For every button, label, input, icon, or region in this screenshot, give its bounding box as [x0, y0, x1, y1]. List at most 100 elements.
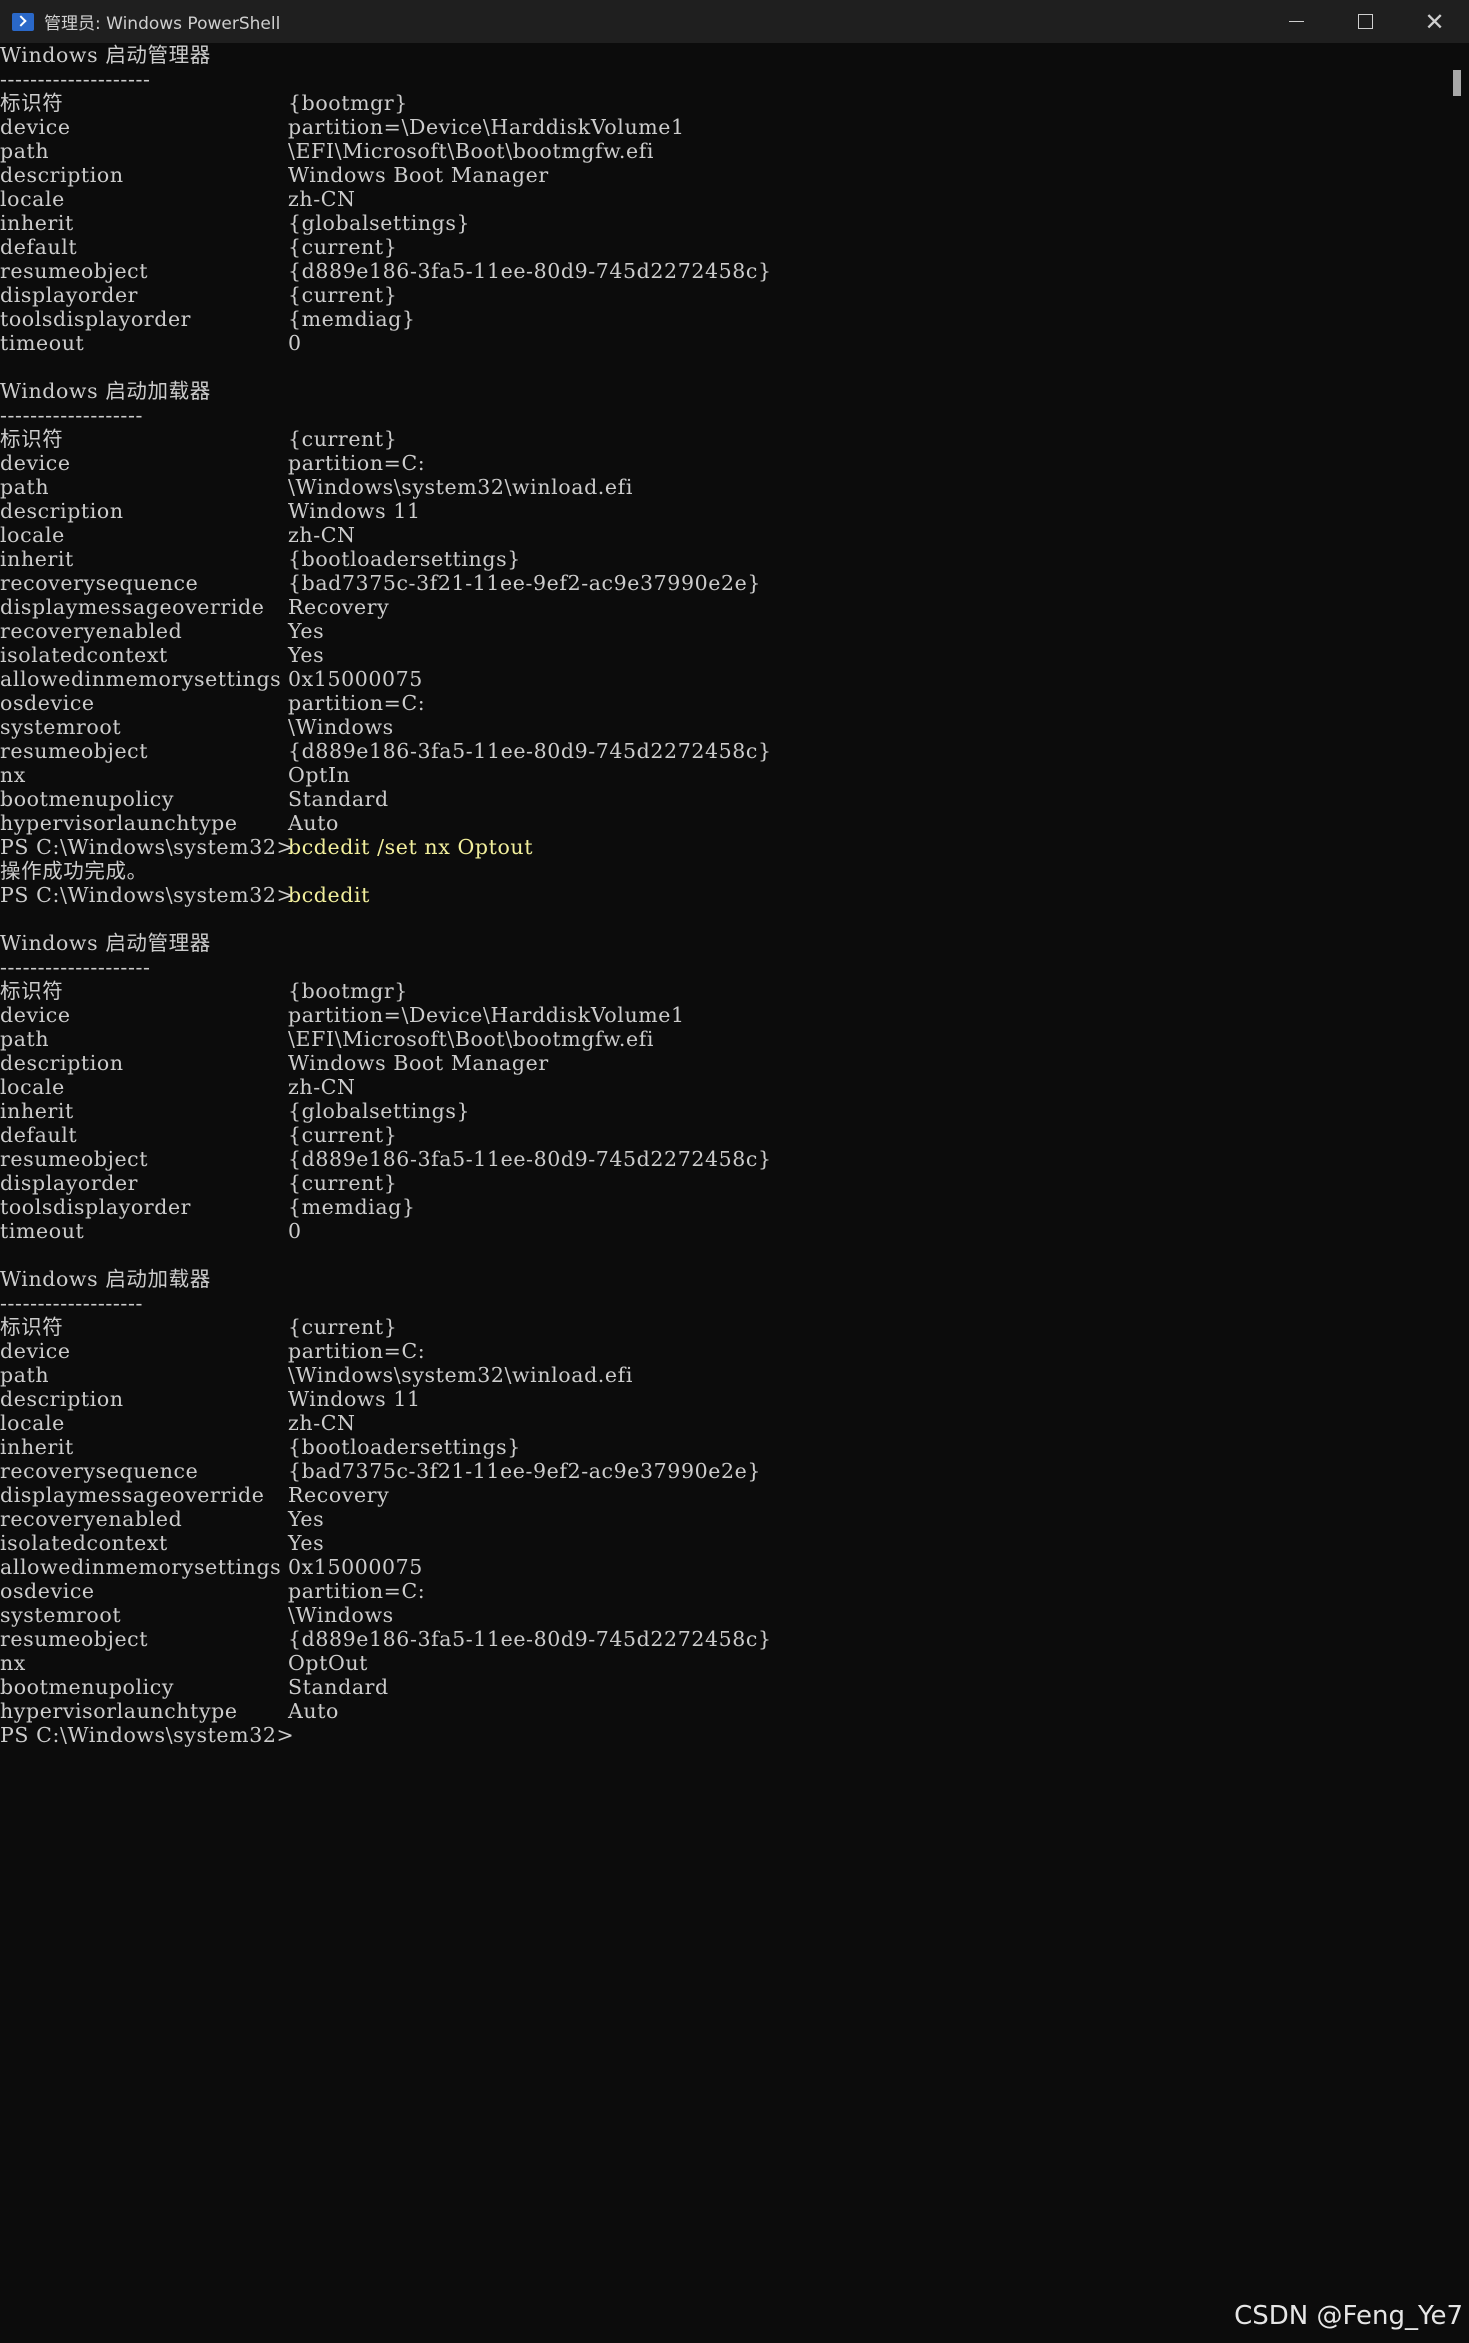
console-line: recoverysequence {bad7375c-3f21-11ee-9ef2… — [0, 571, 1440, 595]
console-line: recoveryenabled Yes — [0, 619, 1440, 643]
title-bar[interactable]: 管理员: Windows PowerShell ✕ — [0, 0, 1469, 43]
console-line: default {current} — [0, 1123, 1440, 1147]
property-name: path — [0, 139, 50, 163]
console-line: PS C:\Windows\system32> — [0, 1723, 1440, 1747]
console-line: 标识符 {current} — [0, 427, 1440, 451]
property-name: osdevice — [0, 691, 95, 715]
property-value: {d889e186-3fa5-11ee-80d9-745d2272458c} — [288, 1147, 772, 1171]
property-value: {globalsettings} — [288, 211, 471, 235]
console-line: description Windows Boot Manager — [0, 1051, 1440, 1075]
property-value: {bad7375c-3f21-11ee-9ef2-ac9e37990e2e} — [288, 571, 761, 595]
property-name: device — [0, 1003, 71, 1027]
property-value: {current} — [288, 283, 398, 307]
console-line: osdevice partition=C: — [0, 1579, 1440, 1603]
console-line: path \EFI\Microsoft\Boot\bootmgfw.efi — [0, 1027, 1440, 1051]
console-line: locale zh-CN — [0, 1411, 1440, 1435]
console-line: toolsdisplayorder {memdiag} — [0, 1195, 1440, 1219]
minimize-icon — [1289, 21, 1304, 22]
property-value: {globalsettings} — [288, 1099, 471, 1123]
property-name: path — [0, 475, 50, 499]
property-value: partition=C: — [288, 691, 426, 715]
console-line: PS C:\Windows\system32> bcdedit — [0, 883, 1440, 907]
property-name: timeout — [0, 331, 85, 355]
console-text: 操作成功完成。 — [0, 859, 148, 883]
console-line: displayorder {current} — [0, 1171, 1440, 1195]
property-value: partition=C: — [288, 451, 426, 475]
console-line: -------------------- — [0, 955, 1440, 979]
property-value: Yes — [288, 1507, 325, 1531]
property-name: nx — [0, 763, 26, 787]
property-name: isolatedcontext — [0, 1531, 168, 1555]
console-line: inherit {globalsettings} — [0, 211, 1440, 235]
property-value: {current} — [288, 1171, 398, 1195]
property-name: systemroot — [0, 715, 122, 739]
property-value: Auto — [288, 1699, 339, 1723]
console-line: displayorder {current} — [0, 283, 1440, 307]
console-line: locale zh-CN — [0, 187, 1440, 211]
property-name: 标识符 — [0, 979, 64, 1003]
console-line: allowedinmemorysettings 0x15000075 — [0, 1555, 1440, 1579]
console-line: displaymessageoverride Recovery — [0, 1483, 1440, 1507]
console-line: device partition=\Device\HarddiskVolume1 — [0, 115, 1440, 139]
close-button[interactable]: ✕ — [1400, 0, 1469, 43]
powershell-window: 管理员: Windows PowerShell ✕ Windows 启动管理器 -… — [0, 0, 1469, 2343]
console-line: inherit {bootloadersettings} — [0, 547, 1440, 571]
property-name: resumeobject — [0, 259, 149, 283]
console-line: device partition=\Device\HarddiskVolume1 — [0, 1003, 1440, 1027]
property-value: \EFI\Microsoft\Boot\bootmgfw.efi — [288, 1027, 655, 1051]
property-value: Windows Boot Manager — [288, 163, 549, 187]
property-name: recoverysequence — [0, 1459, 199, 1483]
property-name: 标识符 — [0, 427, 64, 451]
minimize-button[interactable] — [1262, 0, 1331, 43]
property-value: 0 — [288, 1219, 302, 1243]
property-name: 标识符 — [0, 1315, 64, 1339]
console-line: inherit {globalsettings} — [0, 1099, 1440, 1123]
console-line: toolsdisplayorder {memdiag} — [0, 307, 1440, 331]
console-line: locale zh-CN — [0, 1075, 1440, 1099]
property-name: resumeobject — [0, 1147, 149, 1171]
property-value: {memdiag} — [288, 307, 416, 331]
property-name: toolsdisplayorder — [0, 1195, 192, 1219]
console-line: isolatedcontext Yes — [0, 643, 1440, 667]
console-line: device partition=C: — [0, 1339, 1440, 1363]
property-value: 0x15000075 — [288, 1555, 423, 1579]
console-line: Windows 启动管理器 — [0, 43, 1440, 67]
property-name: description — [0, 1051, 124, 1075]
property-name: inherit — [0, 1099, 74, 1123]
property-value: Recovery — [288, 595, 390, 619]
property-value: {d889e186-3fa5-11ee-80d9-745d2272458c} — [288, 739, 772, 763]
console-line: description Windows Boot Manager — [0, 163, 1440, 187]
property-name: locale — [0, 1075, 65, 1099]
property-name: hypervisorlaunchtype — [0, 811, 238, 835]
property-value: zh-CN — [288, 523, 356, 547]
console-line: hypervisorlaunchtype Auto — [0, 811, 1440, 835]
vertical-scrollbar[interactable] — [1440, 43, 1469, 2343]
property-name: osdevice — [0, 1579, 95, 1603]
console-line: -------------------- — [0, 67, 1440, 91]
maximize-button[interactable] — [1331, 0, 1400, 43]
console-output[interactable]: Windows 启动管理器 -------------------- 标识符 {boo… — [0, 43, 1440, 2343]
property-value: Standard — [288, 787, 389, 811]
console-line: PS C:\Windows\system32> bcdedit /set nx O… — [0, 835, 1440, 859]
property-name: bootmenupolicy — [0, 787, 175, 811]
console-text: ------------------- — [0, 1291, 144, 1315]
property-name: displayorder — [0, 1171, 139, 1195]
console-line: displaymessageoverride Recovery — [0, 595, 1440, 619]
property-value: \Windows\system32\winload.efi — [288, 1363, 633, 1387]
property-value: {current} — [288, 1315, 398, 1339]
console-line: resumeobject {d889e186-3fa5-11ee-80d9-745… — [0, 1147, 1440, 1171]
property-value: OptIn — [288, 763, 351, 787]
console-line: path \Windows\system32\winload.efi — [0, 1363, 1440, 1387]
scrollbar-thumb[interactable] — [1453, 70, 1461, 96]
console-line: osdevice partition=C: — [0, 691, 1440, 715]
console-line: inherit {bootloadersettings} — [0, 1435, 1440, 1459]
property-value: {bad7375c-3f21-11ee-9ef2-ac9e37990e2e} — [288, 1459, 761, 1483]
console-text: Windows 启动管理器 — [0, 43, 211, 67]
console-line: 标识符 {bootmgr} — [0, 91, 1440, 115]
property-name: recoveryenabled — [0, 1507, 183, 1531]
property-value: partition=C: — [288, 1579, 426, 1603]
property-value: Yes — [288, 643, 325, 667]
property-name: resumeobject — [0, 739, 149, 763]
property-name: device — [0, 451, 71, 475]
